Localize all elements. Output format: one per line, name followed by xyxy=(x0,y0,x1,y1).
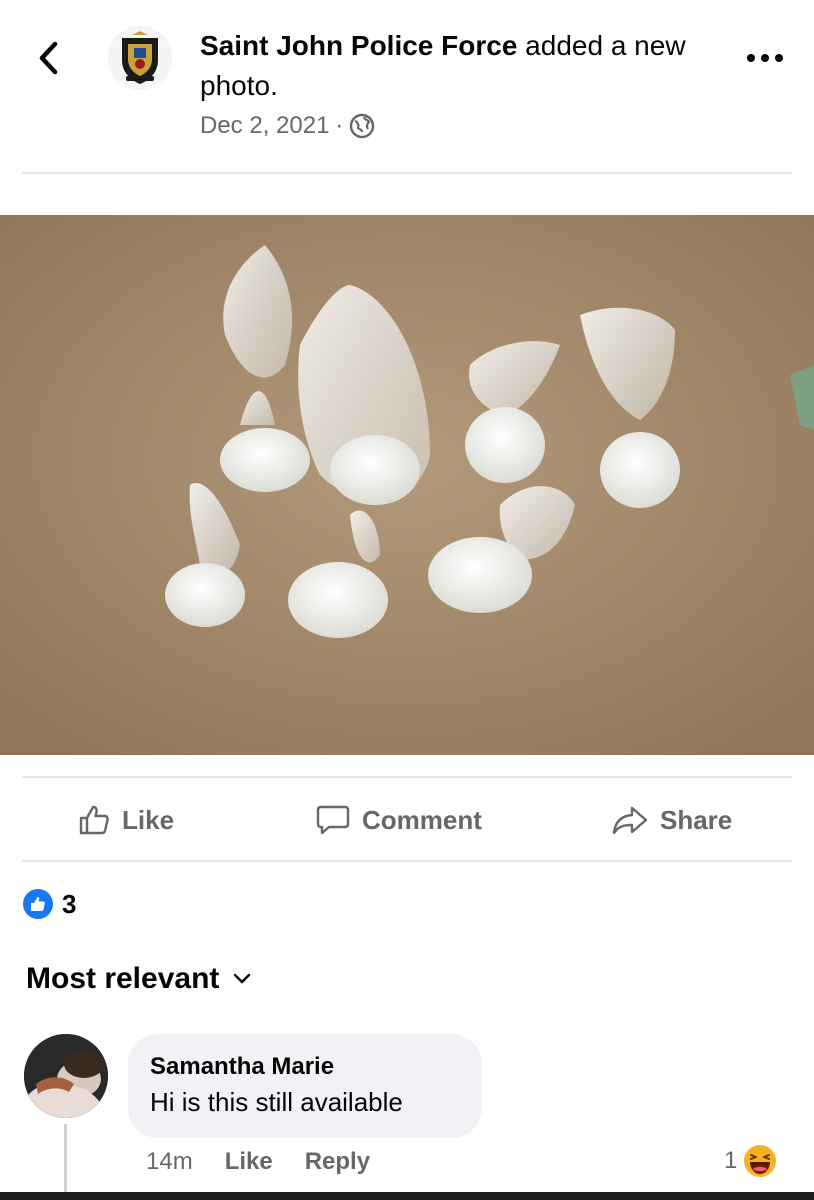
thumbs-up-icon xyxy=(79,805,109,835)
reply-thread-line xyxy=(64,1124,67,1194)
comment-label: Comment xyxy=(362,804,482,835)
comment-bubble[interactable]: Samantha Marie Hi is this still availabl… xyxy=(128,1034,482,1138)
laughing-emoji-icon xyxy=(744,1145,777,1177)
chevron-left-icon xyxy=(39,41,58,75)
like-button[interactable]: Like xyxy=(78,796,174,844)
commenter-name[interactable]: Samantha Marie xyxy=(150,1052,460,1082)
meta-separator: · xyxy=(335,112,344,139)
comment-reaction-count: 1 xyxy=(724,1147,738,1174)
post-photo[interactable] xyxy=(0,215,814,755)
share-label: Share xyxy=(660,804,733,835)
police-crest-logo xyxy=(108,26,172,90)
actions-top-divider xyxy=(22,776,792,778)
chevron-down-icon xyxy=(234,973,251,984)
bottom-edge-bar xyxy=(0,1192,814,1200)
commenter-avatar[interactable] xyxy=(24,1034,108,1118)
actions-bottom-divider xyxy=(22,860,792,862)
sort-label: Most relevant xyxy=(26,962,220,995)
comment-text: Hi is this still available xyxy=(150,1087,403,1117)
comment-like-button[interactable]: Like xyxy=(225,1148,273,1176)
like-label: Like xyxy=(122,804,175,835)
comment-button[interactable]: Comment xyxy=(316,796,482,844)
globe-icon xyxy=(350,113,375,139)
comment-reactions[interactable]: 1 xyxy=(724,1144,777,1178)
more-options-button[interactable] xyxy=(740,40,790,76)
post-image xyxy=(0,215,814,755)
share-button[interactable]: Share xyxy=(612,796,732,844)
post-header-text: Saint John Police Force added a new phot… xyxy=(200,26,720,106)
share-icon xyxy=(612,806,648,835)
post-meta: Dec 2, 2021 · xyxy=(200,112,375,140)
post-date[interactable]: Dec 2, 2021 xyxy=(200,112,329,140)
back-button[interactable] xyxy=(30,36,66,80)
more-horizontal-icon xyxy=(747,54,783,62)
comment-time[interactable]: 14m xyxy=(146,1148,193,1176)
reactions-count: 3 xyxy=(62,888,77,919)
page-avatar[interactable] xyxy=(108,26,172,90)
profile-photo xyxy=(24,1034,108,1118)
comment-icon xyxy=(316,805,350,835)
reactions-summary[interactable]: 3 xyxy=(22,888,76,920)
header-divider xyxy=(22,172,792,174)
comment-sort-dropdown[interactable]: Most relevant xyxy=(26,962,251,996)
comment-reply-button[interactable]: Reply xyxy=(305,1148,370,1176)
like-reaction-icon xyxy=(23,889,53,919)
page-name-link[interactable]: Saint John Police Force xyxy=(200,30,517,61)
comment-meta: 14m Like Reply xyxy=(146,1148,370,1176)
